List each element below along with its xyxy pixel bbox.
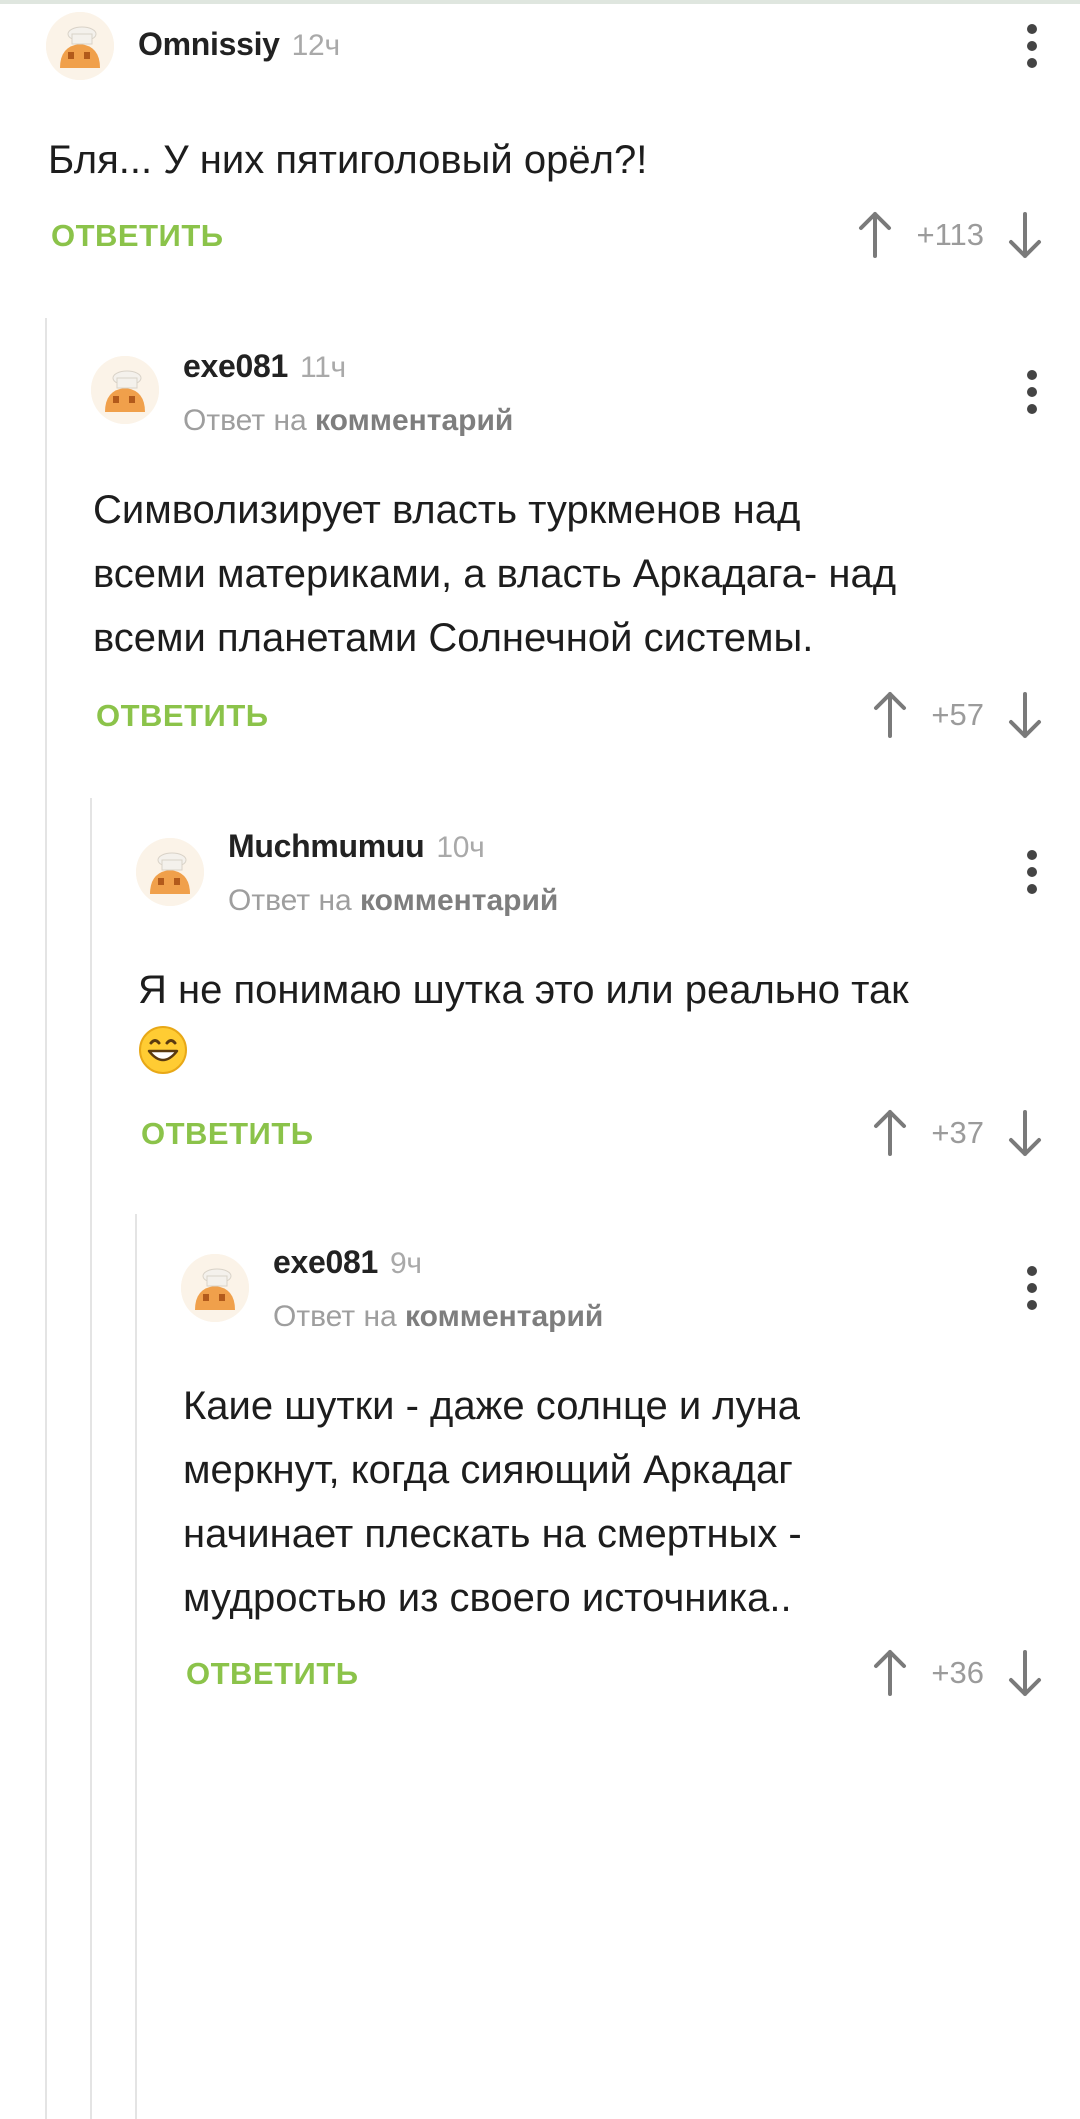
comment-author[interactable]: Muchmumuu 10ч (228, 828, 485, 865)
comment-time: 9ч (389, 1247, 422, 1280)
reply-to-link[interactable]: Ответ на комментарий (273, 1300, 603, 1334)
comment: exe081 11ч Ответ на комментарий Символизи… (0, 340, 1080, 760)
reply-button[interactable]: ОТВЕТИТЬ (51, 218, 224, 254)
reply-button[interactable]: ОТВЕТИТЬ (141, 1116, 314, 1152)
comment-menu-button[interactable] (1022, 850, 1042, 894)
comment-author[interactable]: Omnissiy 12ч (138, 26, 340, 63)
comment-text-line: Бля... У них пятиголовый орёл?! (48, 138, 648, 182)
upvote-arrow-icon[interactable] (871, 690, 909, 740)
comment-text: Символизирует власть туркменов над всеми… (93, 478, 896, 670)
comment-menu-button[interactable] (1022, 1266, 1042, 1310)
reply-to-link[interactable]: Ответ на комментарий (228, 884, 558, 918)
reply-to-target[interactable]: комментарий (360, 884, 558, 917)
upvote-arrow-icon[interactable] (871, 1648, 909, 1698)
comment-text-line: Каие шутки - даже солнце и луна (183, 1384, 800, 1428)
comment-text-line: всеми материками, а власть Аркадага- над (93, 552, 897, 596)
comment-text: Бля... У них пятиголовый орёл?! (48, 128, 647, 192)
avatar[interactable] (46, 12, 114, 80)
reply-button[interactable]: ОТВЕТИТЬ (96, 698, 269, 734)
comment: exe081 9ч Ответ на комментарий Каие шутки… (0, 1236, 1080, 1719)
avatar[interactable] (136, 838, 204, 906)
comment: Muchmumuu 10ч Ответ на комментарий Я не п… (0, 820, 1080, 1200)
more-dot-icon (1027, 404, 1037, 414)
more-dot-icon (1027, 58, 1037, 68)
comment-text-line: Я не понимаю шутка это или реально так (138, 968, 909, 1012)
more-dot-icon (1027, 1266, 1037, 1276)
downvote-arrow-icon[interactable] (1006, 1648, 1044, 1698)
reply-to-prefix: Ответ на (183, 404, 307, 437)
avatar[interactable] (91, 356, 159, 424)
more-dot-icon (1027, 867, 1037, 877)
comment-time: 12ч (291, 29, 340, 62)
vote-controls: +36 (871, 1648, 1044, 1698)
downvote-arrow-icon[interactable] (1006, 690, 1044, 740)
user-avatar-icon (46, 12, 114, 80)
vote-controls: +57 (871, 690, 1044, 740)
comment-score: +113 (916, 217, 984, 252)
comment-text: Я не понимаю шутка это или реально так (138, 958, 909, 1086)
more-dot-icon (1027, 24, 1037, 34)
user-avatar-icon (136, 838, 204, 906)
upvote-arrow-icon[interactable] (871, 1108, 909, 1158)
downvote-arrow-icon[interactable] (1006, 210, 1044, 260)
comment-text: Каие шутки - даже солнце и луна меркнут,… (183, 1374, 802, 1630)
comment-time: 10ч (436, 831, 485, 864)
more-dot-icon (1027, 41, 1037, 51)
comment-score: +57 (931, 697, 984, 732)
more-dot-icon (1027, 1300, 1037, 1310)
upvote-arrow-icon[interactable] (856, 210, 894, 260)
author-name[interactable]: Muchmumuu (228, 828, 425, 864)
comment-score: +37 (931, 1115, 984, 1150)
author-name[interactable]: Omnissiy (138, 26, 280, 62)
more-dot-icon (1027, 850, 1037, 860)
comment-text-line: начинает плескать на смертных - (183, 1512, 802, 1556)
comment-author[interactable]: exe081 9ч (273, 1244, 422, 1281)
comment-menu-button[interactable] (1022, 24, 1042, 68)
user-avatar-icon (181, 1254, 249, 1322)
comment: Omnissiy 12ч Бля... У них пятиголовый орё… (0, 0, 1080, 300)
reply-to-prefix: Ответ на (228, 884, 352, 917)
author-name[interactable]: exe081 (273, 1244, 378, 1280)
author-name[interactable]: exe081 (183, 348, 288, 384)
comment-text-line: Символизирует власть туркменов над (93, 488, 801, 532)
comment-menu-button[interactable] (1022, 370, 1042, 414)
comment-emoji-line (138, 1022, 909, 1086)
comment-score: +36 (931, 1655, 984, 1690)
downvote-arrow-icon[interactable] (1006, 1108, 1044, 1158)
comment-author[interactable]: exe081 11ч (183, 348, 346, 385)
reply-to-prefix: Ответ на (273, 1300, 397, 1333)
reply-to-target[interactable]: комментарий (315, 404, 513, 437)
grinning-face-emoji-icon (139, 1026, 187, 1074)
reply-button[interactable]: ОТВЕТИТЬ (186, 1656, 359, 1692)
reply-to-target[interactable]: комментарий (405, 1300, 603, 1333)
more-dot-icon (1027, 1283, 1037, 1293)
vote-controls: +37 (871, 1108, 1044, 1158)
comment-text-line: меркнут, когда сияющий Аркадаг (183, 1448, 793, 1492)
comment-text-line: мудростью из своего источника.. (183, 1576, 792, 1620)
more-dot-icon (1027, 387, 1037, 397)
comment-text-line: всеми планетами Солнечной системы. (93, 616, 814, 660)
more-dot-icon (1027, 370, 1037, 380)
comment-time: 11ч (299, 351, 346, 384)
reply-to-link[interactable]: Ответ на комментарий (183, 404, 513, 438)
vote-controls: +113 (856, 210, 1044, 260)
more-dot-icon (1027, 884, 1037, 894)
avatar[interactable] (181, 1254, 249, 1322)
user-avatar-icon (91, 356, 159, 424)
